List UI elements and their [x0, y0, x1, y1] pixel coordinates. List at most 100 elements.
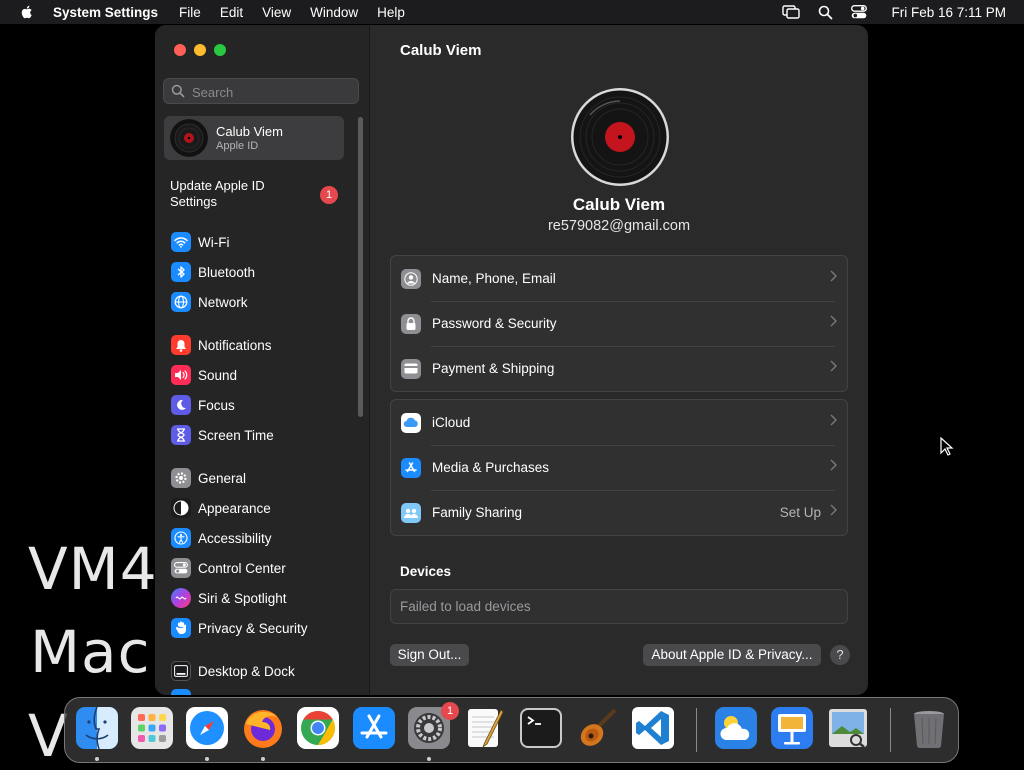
trash-icon[interactable]: [907, 706, 951, 750]
sidebar-item-screen-time[interactable]: Screen Time: [171, 424, 274, 446]
sidebar-item-desktop-dock[interactable]: Desktop & Dock: [171, 660, 295, 682]
running-indicator: [95, 757, 99, 761]
sidebar-item-apple-id[interactable]: Calub Viem Apple ID: [164, 116, 344, 160]
account-details-group: Name, Phone, Email Password & Security P…: [390, 255, 848, 392]
profile-avatar[interactable]: [570, 87, 670, 187]
close-window-button[interactable]: [174, 44, 186, 56]
lock-icon: [401, 313, 421, 334]
control-center-icon[interactable]: [851, 5, 868, 19]
row-icloud[interactable]: iCloud: [391, 400, 847, 445]
sidebar-item-network[interactable]: Network: [171, 291, 248, 313]
sidebar-item-update-apple-id[interactable]: Update Apple ID Settings 1: [170, 178, 350, 210]
display-icon: [171, 689, 191, 695]
menu-file[interactable]: File: [179, 5, 201, 20]
search-field[interactable]: [163, 78, 359, 105]
family-sharing-icon: [401, 502, 421, 523]
sidebar-item-label: General: [198, 470, 247, 486]
notification-badge: 1: [320, 186, 338, 204]
menu-window[interactable]: Window: [310, 5, 358, 20]
dock-separator: [890, 708, 891, 752]
screen-mirroring-icon[interactable]: [782, 5, 801, 19]
minimize-window-button[interactable]: [194, 44, 206, 56]
row-password-security[interactable]: Password & Security: [391, 301, 847, 346]
sidebar-item-privacy-security[interactable]: Privacy & Security: [171, 617, 308, 639]
chrome-icon[interactable]: [296, 706, 340, 750]
apple-logo-icon[interactable]: [19, 4, 35, 20]
account-name: Calub Viem: [216, 124, 283, 139]
chevron-right-icon: [830, 315, 837, 327]
sidebar-item-wifi[interactable]: Wi-Fi: [171, 231, 229, 253]
sidebar-item-label: Privacy & Security: [198, 620, 308, 636]
sidebar-item-partial[interactable]: [171, 688, 198, 695]
search-input[interactable]: [190, 79, 354, 105]
menu-help[interactable]: Help: [377, 5, 405, 20]
menu-edit[interactable]: Edit: [220, 5, 243, 20]
siri-icon: [171, 588, 191, 608]
sidebar-item-label: Network: [198, 294, 248, 310]
family-sharing-setup-value: Set Up: [779, 505, 821, 520]
hand-icon: [171, 618, 191, 638]
sign-out-button[interactable]: Sign Out...: [390, 644, 469, 666]
sidebar-scrollbar[interactable]: [358, 117, 363, 417]
garageband-icon[interactable]: [575, 706, 619, 750]
weather-icon[interactable]: [714, 706, 758, 750]
row-label: Payment & Shipping: [432, 361, 555, 376]
row-payment-shipping[interactable]: Payment & Shipping: [391, 346, 847, 391]
credit-card-icon: [401, 358, 421, 379]
row-family-sharing[interactable]: Family Sharing Set Up: [391, 490, 847, 535]
menu-bar: System Settings File Edit View Window He…: [0, 0, 1024, 24]
system-settings-window: Calub Viem Apple ID Update Apple ID Sett…: [155, 25, 868, 695]
sidebar-item-label: Sound: [198, 367, 238, 383]
row-label: Family Sharing: [432, 505, 523, 520]
row-name-phone-email[interactable]: Name, Phone, Email: [391, 256, 847, 301]
icloud-icon: [401, 412, 421, 433]
sidebar-item-label: Screen Time: [198, 427, 274, 443]
sidebar-item-bluetooth[interactable]: Bluetooth: [171, 261, 255, 283]
globe-icon: [171, 292, 191, 312]
sidebar-item-sound[interactable]: Sound: [171, 364, 237, 386]
menu-clock[interactable]: Fri Feb 16 7:11 PM: [891, 5, 1006, 20]
chevron-right-icon: [830, 360, 837, 372]
hourglass-icon: [171, 425, 191, 445]
sidebar-item-notifications[interactable]: Notifications: [171, 334, 272, 356]
sidebar-item-appearance[interactable]: Appearance: [171, 497, 271, 519]
sidebar-item-control-center[interactable]: Control Center: [171, 557, 286, 579]
chevron-right-icon: [830, 459, 837, 471]
sidebar-item-accessibility[interactable]: Accessibility: [171, 527, 272, 549]
zoom-window-button[interactable]: [214, 44, 226, 56]
launchpad-icon[interactable]: [130, 706, 174, 750]
sidebar-item-general[interactable]: General: [171, 467, 246, 489]
gear-icon: [171, 468, 191, 488]
running-indicator: [261, 757, 265, 761]
accessibility-icon: [171, 528, 191, 548]
help-button[interactable]: ?: [830, 645, 850, 665]
dock-icon: [171, 661, 191, 681]
content-pane: Calub Viem Calub Viem re579082@gmail.com…: [370, 25, 868, 695]
wallpaper-text-line: VM4: [28, 535, 158, 603]
menu-view[interactable]: View: [262, 5, 291, 20]
finder-icon[interactable]: [75, 706, 119, 750]
app-store-icon: [401, 457, 421, 478]
running-indicator: [205, 757, 209, 761]
bluetooth-icon: [171, 262, 191, 282]
sidebar-item-label: Control Center: [198, 560, 286, 576]
devices-status: Failed to load devices: [390, 589, 848, 624]
terminal-icon[interactable]: [519, 706, 563, 750]
moon-icon: [171, 395, 191, 415]
bell-icon: [171, 335, 191, 355]
sidebar-item-siri-spotlight[interactable]: Siri & Spotlight: [171, 587, 287, 609]
textedit-icon[interactable]: [463, 706, 507, 750]
vscode-icon[interactable]: [631, 706, 675, 750]
firefox-icon[interactable]: [241, 706, 285, 750]
spotlight-search-icon[interactable]: [818, 5, 833, 20]
app-store-icon[interactable]: [352, 706, 396, 750]
keynote-icon[interactable]: [770, 706, 814, 750]
row-media-purchases[interactable]: Media & Purchases: [391, 445, 847, 490]
safari-icon[interactable]: [185, 706, 229, 750]
about-apple-id-privacy-button[interactable]: About Apple ID & Privacy...: [643, 644, 821, 666]
sidebar-item-label: Wi-Fi: [198, 234, 230, 250]
app-name-menu[interactable]: System Settings: [53, 5, 158, 20]
preview-icon[interactable]: [826, 706, 870, 750]
row-label: iCloud: [432, 415, 471, 430]
sidebar-item-focus[interactable]: Focus: [171, 394, 235, 416]
